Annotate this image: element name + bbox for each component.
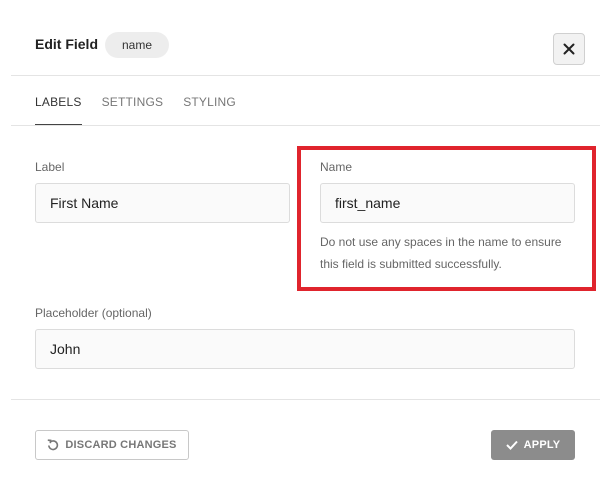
apply-button[interactable]: APPLY [491, 430, 575, 460]
name-field-label: Name [320, 160, 353, 174]
name-input[interactable]: first_name [320, 183, 575, 223]
dialog-header: Edit Field name [0, 0, 610, 76]
tab-styling[interactable]: STYLING [183, 93, 236, 126]
placeholder-field-label: Placeholder (optional) [35, 306, 152, 320]
tab-settings[interactable]: SETTINGS [102, 93, 164, 126]
field-name-badge: name [105, 32, 170, 58]
label-field-label: Label [35, 160, 65, 174]
footer-divider [11, 399, 600, 400]
discard-changes-label: DISCARD CHANGES [65, 439, 177, 451]
name-help-text: Do not use any spaces in the name to ens… [320, 235, 562, 271]
close-button[interactable] [553, 33, 585, 65]
tab-labels[interactable]: LABELS [35, 93, 82, 126]
apply-label: APPLY [523, 439, 561, 451]
close-icon [563, 43, 575, 55]
checkmark-icon [505, 440, 518, 450]
placeholder-input[interactable]: John [35, 329, 575, 369]
label-input[interactable]: First Name [35, 183, 290, 223]
header-divider [11, 75, 600, 76]
tab-bar: LABELS SETTINGS STYLING [35, 93, 236, 126]
undo-icon [47, 439, 59, 451]
discard-changes-button[interactable]: DISCARD CHANGES [35, 430, 189, 460]
tabs-divider [11, 125, 600, 126]
dialog-title: Edit Field [35, 36, 98, 52]
